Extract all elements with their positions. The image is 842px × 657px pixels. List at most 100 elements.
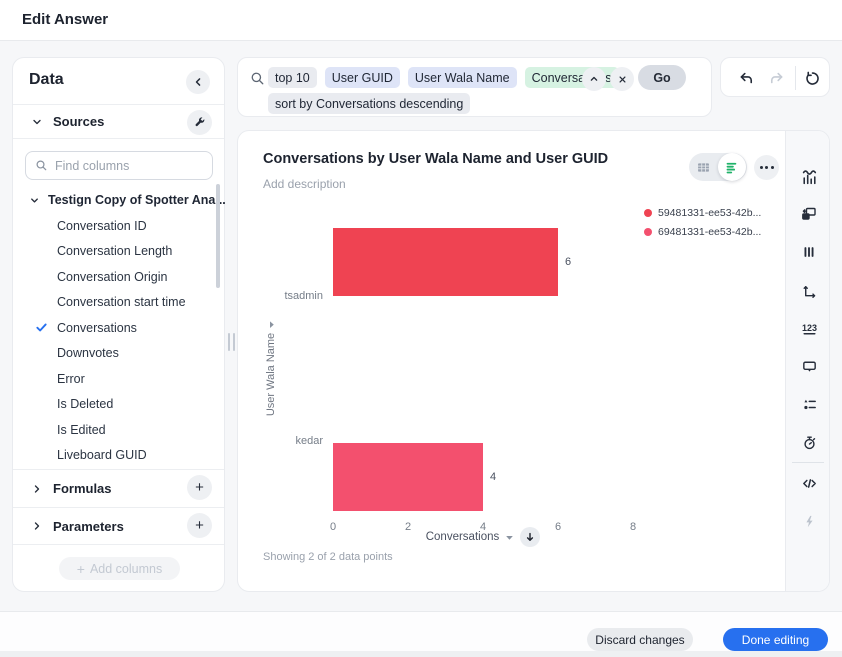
- format-values-icon: [801, 396, 818, 413]
- redo-icon: [768, 70, 785, 87]
- legend-item[interactable]: 69481331-ee53-42b...: [644, 222, 761, 241]
- number-format-button[interactable]: 123: [798, 317, 820, 339]
- data-points-note: Showing 2 of 2 data points: [263, 551, 393, 563]
- page-title: Edit Answer: [22, 11, 108, 28]
- source-table-row[interactable]: Testign Copy of Spotter Ana...: [13, 189, 224, 211]
- bar-chart-icon: [725, 160, 740, 175]
- more-icon: [760, 166, 763, 169]
- stopwatch-icon: [801, 434, 818, 451]
- code-icon: [801, 475, 818, 492]
- panel-resize-handle[interactable]: [228, 333, 235, 351]
- table-icon: [696, 160, 711, 175]
- search-token[interactable]: sort by Conversations descending: [268, 93, 470, 114]
- y-axis-title[interactable]: User Wala Name: [265, 320, 277, 416]
- sources-label: Sources: [53, 114, 104, 129]
- go-button[interactable]: Go: [638, 65, 686, 90]
- number-format-icon: 123: [800, 319, 819, 338]
- column-item[interactable]: Conversation ID: [13, 213, 218, 239]
- legend-item[interactable]: 59481331-ee53-42b...: [644, 203, 761, 222]
- data-panel: Data Sources: [12, 57, 225, 592]
- column-item[interactable]: Conversation Length: [13, 239, 218, 265]
- x-axis-label[interactable]: Conversations: [426, 531, 500, 543]
- conditional-formatting-button[interactable]: [798, 393, 820, 415]
- plus-icon: +: [77, 562, 85, 576]
- search-token[interactable]: User Wala Name: [408, 67, 517, 88]
- add-columns-button[interactable]: + Add columns: [59, 557, 180, 580]
- search-bar: top 10User GUIDUser Wala NameConversatio…: [237, 57, 712, 117]
- check-icon: [35, 321, 57, 334]
- manage-sources-button[interactable]: [187, 110, 212, 135]
- chart-tools-rail: 123: [785, 131, 829, 592]
- search-icon: [250, 71, 265, 86]
- chevron-up-icon: [588, 73, 600, 85]
- column-item[interactable]: Is Deleted: [13, 392, 218, 418]
- code-button[interactable]: [798, 472, 820, 494]
- column-item[interactable]: Conversation start time: [13, 290, 218, 316]
- chart-view-button[interactable]: [718, 153, 746, 181]
- column-item[interactable]: Liveboard GUID: [13, 443, 218, 469]
- column-item[interactable]: Downvotes: [13, 341, 218, 367]
- legend-dot-icon: [644, 209, 652, 217]
- spark-ai-button[interactable]: [798, 510, 820, 532]
- column-label: Conversations: [57, 321, 137, 335]
- x-axis-title: Conversations: [333, 527, 633, 547]
- chart-bar[interactable]: [333, 228, 558, 296]
- reset-icon: [804, 70, 821, 87]
- clear-search-button[interactable]: [610, 67, 634, 91]
- chart-type-icon: [800, 167, 819, 186]
- column-item[interactable]: Is Edited: [13, 417, 218, 443]
- more-options-button[interactable]: [754, 155, 779, 180]
- chevron-down-icon: [31, 116, 43, 128]
- column-item[interactable]: Conversation Origin: [13, 264, 218, 290]
- column-label: Conversation Length: [57, 244, 172, 258]
- tooltip-icon: [801, 358, 818, 375]
- category-label: kedar: [248, 435, 323, 447]
- undo-icon: [738, 70, 755, 87]
- change-visualization-button[interactable]: [798, 165, 820, 187]
- edit-columns-button[interactable]: [798, 241, 820, 263]
- chevron-right-icon: [31, 483, 43, 495]
- schedule-button[interactable]: [798, 431, 820, 453]
- search-tokens-row-1: top 10User GUIDUser Wala NameConversatio…: [268, 67, 619, 88]
- column-list-scrollbar[interactable]: [216, 184, 220, 288]
- pin-board-icon: [800, 205, 818, 223]
- reset-button[interactable]: [801, 67, 823, 89]
- column-list: Conversation ID Conversation Length Conver…: [13, 213, 218, 468]
- chart-legend: 59481331-ee53-42b...69481331-ee53-42b...: [644, 203, 761, 241]
- undo-button[interactable]: [735, 67, 757, 89]
- column-label: Conversation start time: [57, 295, 186, 309]
- pin-to-liveboard-button[interactable]: [798, 203, 820, 225]
- columns-icon: [801, 244, 817, 260]
- column-label: Conversation ID: [57, 219, 147, 233]
- add-formula-button[interactable]: +: [187, 475, 212, 500]
- collapse-search-button[interactable]: [582, 67, 606, 91]
- add-parameter-button[interactable]: +: [187, 513, 212, 538]
- column-label: Downvotes: [57, 346, 119, 360]
- column-label: Is Edited: [57, 423, 106, 437]
- tooltip-settings-button[interactable]: [798, 355, 820, 377]
- add-columns-label: Add columns: [90, 562, 162, 576]
- discard-changes-button[interactable]: Discard changes: [587, 628, 693, 651]
- legend-dot-icon: [644, 228, 652, 236]
- sort-descending-button[interactable]: [520, 527, 540, 547]
- wrench-icon: [193, 116, 206, 129]
- find-columns-input[interactable]: [55, 159, 195, 173]
- data-panel-header: Data: [13, 58, 224, 105]
- chart-bar[interactable]: [333, 443, 483, 511]
- column-item[interactable]: Error: [13, 366, 218, 392]
- done-editing-button[interactable]: Done editing: [723, 628, 828, 651]
- chevron-left-icon: [191, 75, 205, 89]
- search-token[interactable]: top 10: [268, 67, 317, 88]
- collapse-panel-button[interactable]: [186, 70, 210, 94]
- plus-icon: +: [195, 480, 204, 495]
- axis-settings-button[interactable]: [798, 279, 820, 301]
- redo-button[interactable]: [765, 67, 787, 89]
- edit-answer-page: Edit Answer Data Sources: [0, 0, 842, 657]
- top-bar: Edit Answer: [0, 0, 842, 41]
- table-view-button[interactable]: [689, 153, 718, 181]
- table-chart-toggle: [689, 153, 747, 181]
- chart-description-placeholder[interactable]: Add description: [263, 177, 346, 191]
- column-item[interactable]: Conversations: [13, 315, 218, 341]
- column-label: Liveboard GUID: [57, 448, 147, 462]
- search-token[interactable]: User GUID: [325, 67, 400, 88]
